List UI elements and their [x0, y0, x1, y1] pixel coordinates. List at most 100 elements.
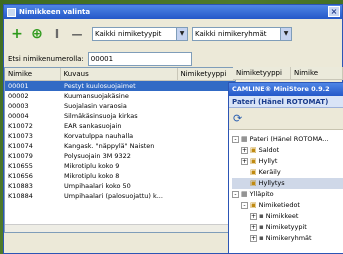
column-header-kuvaus[interactable]: Kuvaus — [61, 68, 178, 80]
tree-node[interactable]: + ▣ Hyllyt — [232, 156, 343, 167]
tree-node-label: Ylläpito — [249, 190, 274, 198]
tree-node-label: Nimikeryhmät — [265, 234, 312, 242]
cell-item-number: K10072 — [8, 122, 33, 130]
tree-node[interactable]: - ▦ Ylläpito — [232, 189, 343, 200]
table-row[interactable]: 00003 Suojalasin varaosia — [5, 101, 235, 111]
toolbar: + ⊕ I — Kaikki nimiketyypit ▼ Kaikki nim… — [8, 23, 338, 45]
text-cursor-icon[interactable]: I — [48, 25, 66, 43]
cell-description: Umpihaalari koko 50 — [64, 182, 131, 190]
cell-item-number: K10884 — [8, 192, 33, 200]
tree-node[interactable]: + ▪ Nimikeryhmät — [232, 233, 343, 244]
cell-item-number: K10073 — [8, 132, 33, 140]
tree-node-label: Pateri (Hänel ROTOMA... — [249, 135, 329, 143]
cell-description: Umpihaalari (palosuojattu) k... — [64, 192, 163, 200]
table-row[interactable]: K10655 Mikrotiplu koko 9 — [5, 161, 235, 171]
table-row[interactable]: K10073 Korvatulppa nauhalla — [5, 131, 235, 141]
table-body: 00001 Pestyt kuulosuojaimet 00002 Kuumansuo… — [5, 81, 235, 201]
column-header-nimike-right[interactable]: Nimike — [291, 67, 343, 79]
cell-description: Kuumansuojakäsine — [64, 92, 129, 100]
table-row[interactable]: K10072 EAR sankasuojain — [5, 121, 235, 131]
expand-icon[interactable]: + — [241, 147, 248, 154]
refresh-icon[interactable]: ⟳ — [233, 112, 242, 125]
ministore-toolbar: ⟳ — [229, 108, 343, 130]
add-icon[interactable]: + — [8, 25, 26, 43]
folder-icon: ▣ — [250, 168, 257, 176]
cell-item-number: K10074 — [8, 142, 33, 150]
group-filter-value: Kaikki nimikeryhmät — [195, 30, 267, 38]
cell-description: Mikrotiplu koko 8 — [64, 172, 120, 180]
horizontal-scrollbar[interactable] — [5, 224, 235, 232]
navigation-tree: - ▦ Pateri (Hänel ROTOMA... + ▣ Saldot + ▣ Hylly… — [229, 130, 343, 244]
cell-description: Korvatulppa nauhalla — [64, 132, 134, 140]
tree-node[interactable]: - ▦ Pateri (Hänel ROTOMA... — [232, 134, 343, 145]
ministore-window: CAMLINE® MiniStore 0.9.2 Pateri (Hänel R… — [228, 82, 343, 254]
collapse-icon[interactable]: - — [232, 136, 239, 143]
folder-icon: ▣ — [250, 201, 257, 209]
cell-item-number: 00004 — [8, 112, 29, 120]
table-row[interactable]: K10074 Kangask. "näppylä" Naisten — [5, 141, 235, 151]
cell-item-number: K10655 — [8, 162, 33, 170]
close-button[interactable]: × — [328, 6, 340, 17]
cell-item-number: K10079 — [8, 152, 33, 160]
folder-icon: ▣ — [250, 146, 257, 154]
folder-icon: ▣ — [250, 179, 257, 187]
app-icon — [7, 7, 16, 17]
title-bar[interactable]: Nimikkeen valinta × — [4, 5, 342, 19]
group-filter-select[interactable]: Kaikki nimikeryhmät ▼ — [192, 27, 292, 41]
cell-item-number: 00001 — [8, 82, 29, 90]
cell-item-number: K10883 — [8, 182, 33, 190]
table-row[interactable]: 00002 Kuumansuojakäsine — [5, 91, 235, 101]
tree-node[interactable]: + ▣ Saldot — [232, 145, 343, 156]
chevron-down-icon: ▼ — [280, 28, 291, 40]
cell-description: Suojalasin varaosia — [64, 102, 127, 110]
cell-description: Mikrotiplu koko 9 — [64, 162, 120, 170]
table-row[interactable]: K10883 Umpihaalari koko 50 — [5, 181, 235, 191]
cell-item-number: 00002 — [8, 92, 29, 100]
cell-description: Pestyt kuulosuojaimet — [64, 82, 136, 90]
table-header-extra: Nimiketyyppi Nimike — [233, 67, 343, 80]
chevron-down-icon: ▼ — [176, 28, 187, 40]
collapse-icon[interactable]: - — [232, 191, 239, 198]
tree-node-label: Nimiketyypit — [265, 223, 307, 231]
table-row[interactable]: K10884 Umpihaalari (palosuojattu) k... — [5, 191, 235, 201]
search-label: Etsi nimikenumerolla: — [8, 55, 84, 63]
cell-description: EAR sankasuojain — [64, 122, 122, 130]
tree-node[interactable]: ▣ Keräily — [232, 167, 343, 178]
tree-node-label: Saldot — [258, 146, 280, 154]
window-title: Nimikkeen valinta — [19, 8, 91, 16]
tree-node[interactable]: ▣ Hyllytys — [232, 178, 343, 189]
table-row[interactable]: K10079 Polysuojain 3M 9322 — [5, 151, 235, 161]
type-filter-select[interactable]: Kaikki nimiketyypit ▼ — [92, 27, 188, 41]
tree-node[interactable]: + ▪ Nimiketyypit — [232, 222, 343, 233]
folder-icon: ▪ — [259, 234, 264, 242]
cell-item-number: K10656 — [8, 172, 33, 180]
table-row[interactable]: K10656 Mikrotiplu koko 8 — [5, 171, 235, 181]
folder-icon: ▦ — [241, 135, 248, 143]
column-header-nimiketyyppi[interactable]: Nimiketyyppi — [178, 68, 235, 80]
expand-icon[interactable]: + — [250, 213, 257, 220]
expand-icon[interactable]: + — [250, 224, 257, 231]
cell-description: Polysuojain 3M 9322 — [64, 152, 131, 160]
column-header-nimiketyyppi-right[interactable]: Nimiketyyppi — [233, 67, 291, 79]
table-row[interactable]: 00001 Pestyt kuulosuojaimet — [5, 81, 235, 91]
collapse-icon[interactable]: - — [241, 202, 248, 209]
tree-node[interactable]: + ▪ Nimikkeet — [232, 211, 343, 222]
ministore-title[interactable]: CAMLINE® MiniStore 0.9.2 — [229, 83, 343, 96]
column-header-nimike[interactable]: Nimike — [5, 68, 61, 80]
ministore-subtitle: Pateri (Hänel ROTOMAT) — [229, 96, 343, 108]
type-filter-value: Kaikki nimiketyypit — [95, 30, 162, 38]
tree-node-label: Keräily — [258, 168, 281, 176]
search-bar: Etsi nimikenumerolla: — [8, 52, 192, 66]
add-multiple-icon[interactable]: ⊕ — [28, 25, 46, 43]
item-number-input[interactable] — [87, 52, 192, 66]
cell-description: Silmäkäsinsuoja kirkas — [64, 112, 138, 120]
delete-icon[interactable]: — — [68, 25, 86, 43]
items-table: Nimike Kuvaus Nimiketyyppi 00001 Pestyt k… — [4, 67, 236, 233]
folder-icon: ▦ — [241, 190, 248, 198]
expand-icon[interactable]: + — [250, 235, 257, 242]
cell-item-number: 00003 — [8, 102, 29, 110]
table-row[interactable]: 00004 Silmäkäsinsuoja kirkas — [5, 111, 235, 121]
tree-node[interactable]: - ▣ Nimiketiedot — [232, 200, 343, 211]
expand-icon[interactable]: + — [241, 158, 248, 165]
tree-node-label: Nimikkeet — [265, 212, 299, 220]
